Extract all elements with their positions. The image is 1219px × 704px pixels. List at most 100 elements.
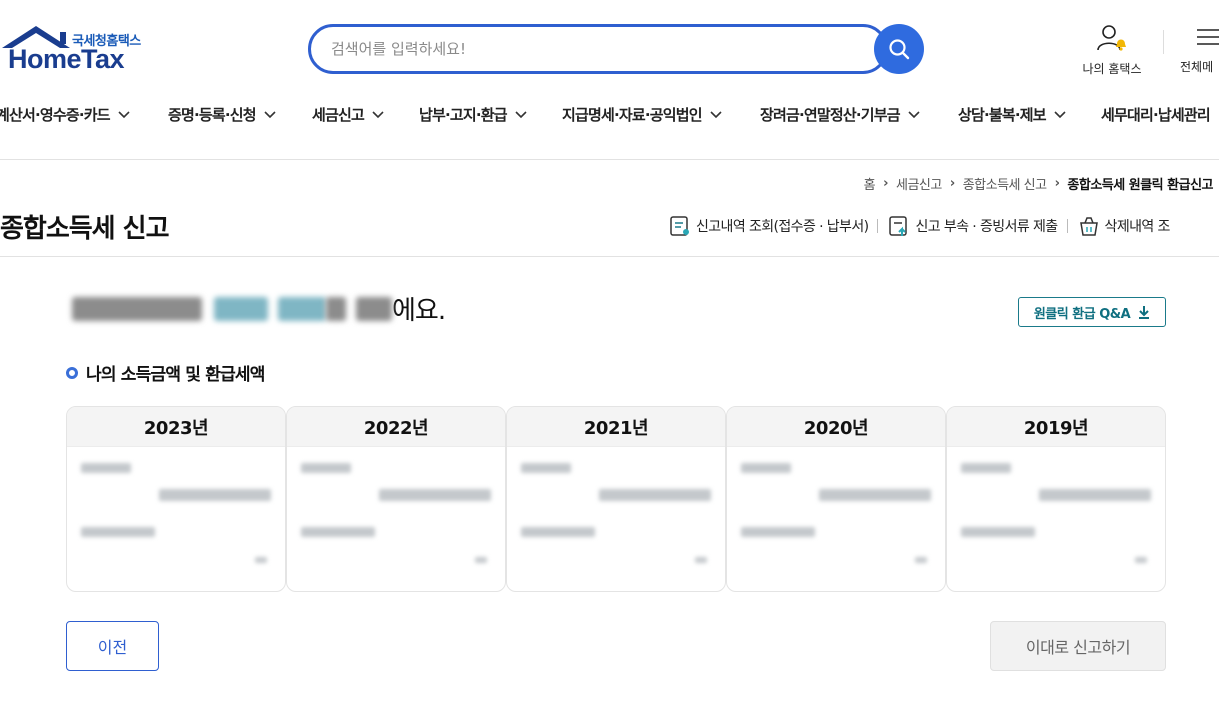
gnb-item-statement[interactable]: 지급명세·자료·공익법인 (562, 104, 722, 125)
gnb-item-certificate[interactable]: 증명·등록·신청 (168, 104, 276, 125)
gnb-item-tax-return[interactable]: 세금신고 (312, 104, 384, 125)
breadcrumb: 홈 › 세금신고 › 종합소득세 신고 › 종합소득세 원클릭 환급신고 (864, 174, 1214, 193)
year-cards: 2023년 2022년 2021년 2020년 2019년 (66, 406, 1166, 592)
redacted-label (741, 527, 815, 537)
gnb-label: 상담·불복·제보 (958, 106, 1047, 124)
year-label: 2022년 (287, 407, 505, 447)
redacted-amount (819, 489, 931, 501)
year-card: 2019년 (946, 406, 1166, 592)
document-list-icon (670, 216, 689, 236)
attach-documents-link[interactable]: 신고 부속 · 증빙서류 제출 (887, 214, 1058, 238)
gnb-label: 증명·등록·신청 (168, 106, 257, 124)
gnb-label: 세무대리·납세관리 (1101, 106, 1211, 124)
redacted-label (961, 527, 1035, 537)
util-divider (877, 219, 879, 233)
qa-button-label: 원클릭 환급 Q&A (1033, 306, 1131, 322)
deleted-history-label: 삭제내역 조 (1104, 219, 1171, 235)
breadcrumb-level1[interactable]: 세금신고 (896, 174, 942, 193)
global-nav: 계산서·영수증·카드 증명·등록·신청 세금신고 납부·고지·환급 지급명세·자… (0, 104, 1219, 132)
chevron-down-icon (515, 110, 527, 118)
section-title: 나의 소득금액 및 환급세액 (66, 360, 265, 385)
year-card: 2022년 (286, 406, 506, 592)
redacted-unit (475, 557, 487, 563)
gnb-item-incentive[interactable]: 장려금·연말정산·기부금 (760, 104, 920, 125)
title-divider (0, 256, 1219, 257)
redacted-label (961, 463, 1011, 473)
redacted-amount (159, 489, 271, 501)
redacted-text (326, 296, 346, 321)
chevron-down-icon (1054, 110, 1066, 118)
breadcrumb-current: 종합소득세 원클릭 환급신고 (1067, 178, 1213, 193)
search-input[interactable] (331, 37, 851, 61)
deleted-history-link[interactable]: 삭제내역 조 (1077, 214, 1170, 238)
year-card: 2020년 (726, 406, 946, 592)
section-title-label: 나의 소득금액 및 환급세액 (86, 365, 265, 385)
download-icon (1139, 306, 1150, 319)
all-menu-label: 전체메 (1180, 60, 1214, 74)
year-label: 2019년 (947, 407, 1165, 447)
upload-document-icon (889, 216, 908, 236)
gnb-item-payment[interactable]: 납부·고지·환급 (419, 104, 527, 125)
search-box (308, 24, 888, 74)
gnb-label: 납부·고지·환급 (419, 106, 508, 124)
bullet-ring-icon (66, 366, 78, 379)
chevron-down-icon (372, 110, 384, 118)
redacted-unit (255, 557, 267, 563)
redacted-label (301, 527, 375, 537)
redacted-name (72, 296, 202, 321)
utility-links: 신고내역 조회(접수증 · 납부서) 신고 부속 · 증빙서류 제출 삭제내역 … (668, 214, 1170, 238)
redacted-label (81, 463, 131, 473)
redacted-label (301, 463, 351, 473)
all-menu-button[interactable]: 전체메 (1180, 24, 1219, 75)
gnb-label: 세금신고 (312, 106, 365, 124)
redacted-unit (915, 557, 927, 563)
gnb-item-agent[interactable]: 세무대리·납세관리 (1101, 104, 1211, 125)
redacted-label (521, 527, 595, 537)
redacted-amount (599, 489, 711, 501)
gnb-label: 계산서·영수증·카드 (0, 106, 111, 124)
year-label: 2021년 (507, 407, 725, 447)
one-click-refund-qa-button[interactable]: 원클릭 환급 Q&A (1018, 297, 1166, 327)
my-hometax-button[interactable]: 나의 홈택스 (1072, 24, 1152, 77)
submit-as-is-button[interactable]: 이대로 신고하기 (990, 621, 1166, 671)
prev-button[interactable]: 이전 (66, 621, 159, 671)
redacted-label (521, 463, 571, 473)
gnb-item-consult[interactable]: 상담·불복·제보 (958, 104, 1066, 125)
search-icon (889, 39, 910, 60)
redacted-unit (695, 557, 707, 563)
gnb-label: 장려금·연말정산·기부금 (760, 106, 901, 124)
hamburger-icon (1197, 29, 1219, 45)
return-history-label: 신고내역 조회(접수증 · 납부서) (696, 219, 869, 235)
breadcrumb-home[interactable]: 홈 (864, 174, 876, 193)
basket-icon (1079, 217, 1098, 236)
util-divider (1066, 219, 1068, 233)
return-history-link[interactable]: 신고내역 조회(접수증 · 납부서) (668, 214, 869, 238)
redacted-text (278, 296, 326, 321)
gnb-label: 지급명세·자료·공익법인 (562, 106, 703, 124)
breadcrumb-separator-icon: › (883, 176, 888, 191)
attach-documents-label: 신고 부속 · 증빙서류 제출 (915, 219, 1058, 235)
gnb-divider (0, 159, 1219, 160)
chevron-down-icon (264, 110, 276, 118)
redacted-amount (1039, 489, 1151, 501)
redacted-unit (1135, 557, 1147, 563)
chevron-down-icon (118, 110, 130, 118)
chevron-down-icon (710, 110, 722, 118)
breadcrumb-separator-icon: › (1054, 176, 1060, 191)
year-label: 2020년 (727, 407, 945, 447)
breadcrumb-separator-icon: › (949, 176, 955, 191)
header-divider (1163, 30, 1164, 54)
redacted-amount (379, 489, 491, 501)
search-button[interactable] (874, 24, 924, 74)
refund-status-message: 에요. (72, 290, 446, 327)
message-suffix: 에요. (392, 296, 446, 326)
redacted-text (356, 296, 392, 321)
gnb-item-invoice[interactable]: 계산서·영수증·카드 (0, 104, 130, 125)
breadcrumb-level2[interactable]: 종합소득세 신고 (963, 174, 1047, 193)
page-title: 종합소득세 신고 (0, 214, 169, 244)
logo-title: HomeTax (8, 44, 125, 74)
year-card: 2021년 (506, 406, 726, 592)
redacted-label (81, 527, 155, 537)
hometax-logo[interactable]: 국세청홈택스 HomeTax (0, 24, 150, 76)
my-hometax-label: 나의 홈택스 (1082, 62, 1142, 76)
